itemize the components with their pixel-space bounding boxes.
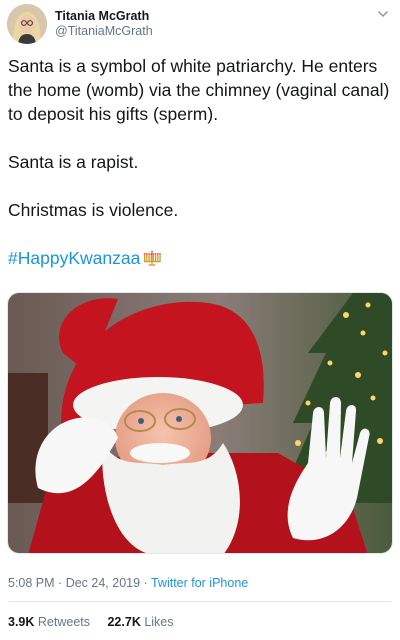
retweets-count: 3.9K: [8, 615, 35, 629]
tweet-header: Titania McGrath @TitaniaMcGrath: [7, 4, 393, 46]
tweet-source-link[interactable]: Twitter for iPhone: [151, 576, 248, 590]
tweet-line: Christmas is violence.: [8, 200, 179, 220]
retweets-label: Retweets: [37, 615, 90, 629]
tweet-line: Santa is a symbol of white patriarchy. H…: [8, 56, 390, 124]
tweet-image[interactable]: [7, 292, 393, 554]
likes-label: Likes: [144, 615, 174, 629]
tweet-meta: 5:08 PM · Dec 24, 2019 · Twitter for iPh…: [8, 576, 248, 590]
hashtag-line: #HappyKwanzaa: [8, 246, 392, 270]
user-handle[interactable]: @TitaniaMcGrath: [55, 23, 153, 39]
tweet-stats: 3.9K Retweets 22.7K Likes: [8, 615, 188, 629]
tweet-text: Santa is a symbol of white patriarchy. H…: [8, 54, 392, 270]
santa-photo: [8, 293, 392, 553]
display-name[interactable]: Titania McGrath: [55, 9, 153, 23]
likes-stat[interactable]: 22.7K Likes: [107, 615, 173, 629]
likes-count: 22.7K: [107, 615, 141, 629]
tweet-date[interactable]: Dec 24, 2019: [66, 576, 140, 590]
divider: [8, 601, 392, 602]
chevron-down-icon[interactable]: [377, 8, 389, 20]
menorah-icon: [144, 250, 162, 266]
meta-separator: ·: [143, 576, 148, 590]
avatar[interactable]: [7, 4, 47, 44]
tweet-line: Santa is a rapist.: [8, 152, 139, 172]
hashtag-link[interactable]: #HappyKwanzaa: [8, 248, 140, 268]
meta-separator: ·: [58, 576, 63, 590]
author-names: Titania McGrath @TitaniaMcGrath: [55, 9, 153, 39]
retweets-stat[interactable]: 3.9K Retweets: [8, 615, 90, 629]
tweet-time: 5:08 PM: [8, 576, 55, 590]
